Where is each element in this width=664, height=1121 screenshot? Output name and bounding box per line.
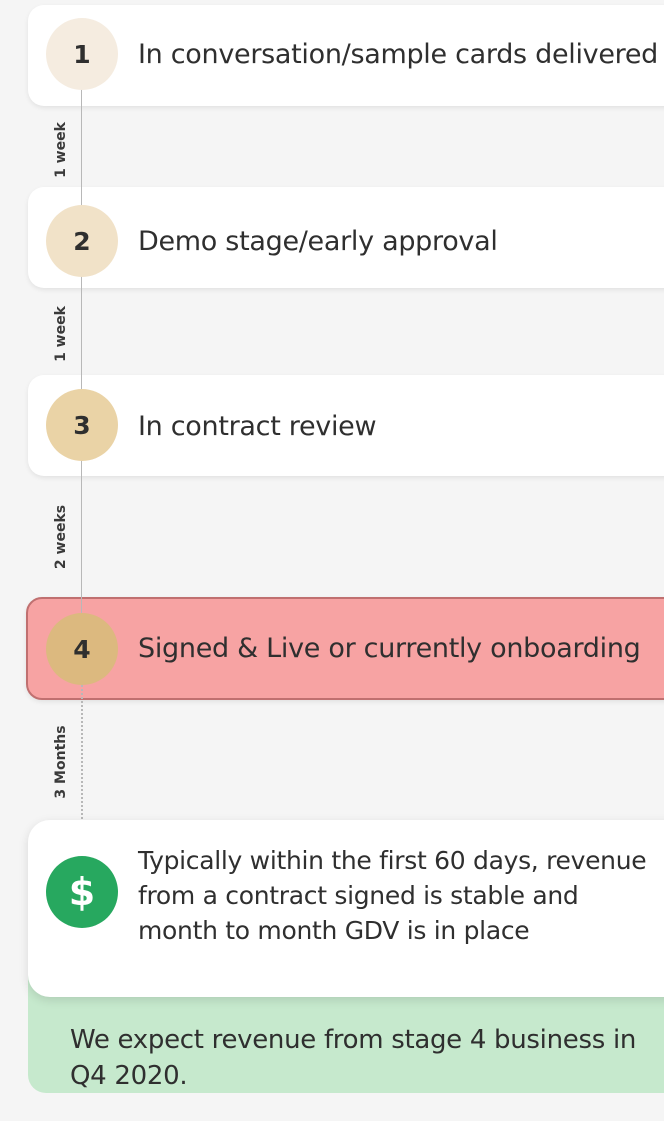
stage-label-3: In contract review [138, 411, 377, 442]
revenue-description: Typically within the first 60 days, reve… [138, 846, 647, 945]
expectation-text: We expect revenue from stage 4 business … [70, 1025, 637, 1091]
duration-label-1: 1 week [53, 122, 69, 178]
duration-label-2: 1 week [53, 306, 69, 362]
stage-label-1: In conversation/sample cards delivered [138, 39, 659, 70]
dollar-icon: $ [46, 856, 118, 928]
duration-label-3: 2 weeks [53, 504, 69, 570]
stage-number-badge-4: 4 [46, 613, 118, 685]
stage-label-4: Signed & Live or currently onboarding [138, 633, 641, 664]
stage-number-badge-2: 2 [46, 205, 118, 277]
stage-label-2: Demo stage/early approval [138, 226, 498, 257]
stage-number-badge-3: 3 [46, 389, 118, 461]
duration-label-4: 3 Months [53, 725, 69, 799]
stage-number-badge-1: 1 [46, 18, 118, 90]
